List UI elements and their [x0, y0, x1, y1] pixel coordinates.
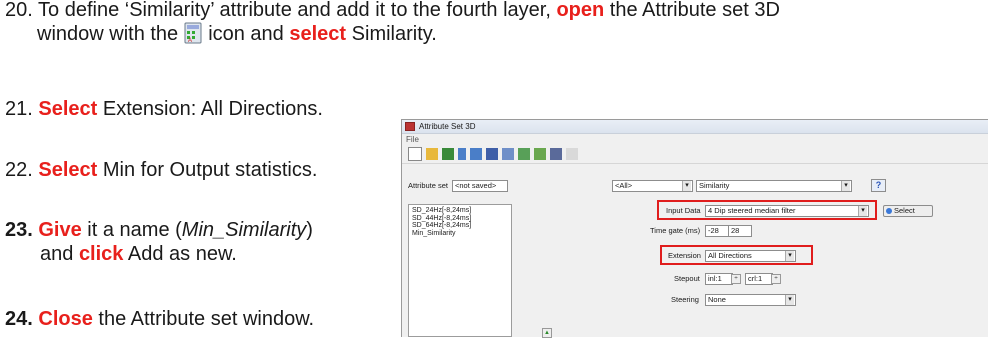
select-icon: [886, 208, 892, 214]
attribute-type-dropdown[interactable]: Similarity: [696, 180, 852, 192]
open-folder-icon[interactable]: [426, 148, 438, 160]
menu-file[interactable]: File: [406, 135, 419, 144]
stepout-crossline-field[interactable]: crl:1: [745, 273, 773, 285]
select-input-button[interactable]: Select: [883, 205, 933, 217]
window-title: Attribute Set 3D: [419, 122, 476, 131]
save-down-icon[interactable]: [470, 148, 482, 160]
time-gate-label: Time gate (ms): [650, 226, 701, 235]
attribute-set-label: Attribute set: [408, 181, 449, 190]
step-20-line2: window with the Aicon and select Similari…: [37, 22, 437, 45]
attribute-set-3d-window: Attribute Set 3D File Attribute set <not…: [401, 119, 988, 338]
list-item[interactable]: SD_24Hz[-8,24ms]: [412, 207, 508, 215]
time-gate-start[interactable]: -28: [705, 225, 729, 237]
steering-dropdown[interactable]: None: [705, 294, 796, 306]
stepout-label: Stepout: [674, 274, 700, 283]
attribute-set-name-field[interactable]: <not saved>: [452, 180, 508, 192]
svg-text:A: A: [188, 38, 192, 44]
steering-label: Steering: [671, 295, 699, 304]
attribute-list[interactable]: SD_24Hz[-8,24ms] SD_44Hz[-8,24ms] SD_64H…: [408, 204, 512, 337]
step-20: 20. To define ‘Similarity’ attribute and…: [5, 0, 780, 21]
help-button[interactable]: ?: [871, 179, 886, 192]
crossplot-icon[interactable]: [534, 148, 546, 160]
step-24: 24. Close the Attribute set window.: [5, 308, 315, 330]
step-21: 21. Select Extension: All Directions.: [5, 98, 323, 120]
save-as-icon[interactable]: [502, 148, 514, 160]
step-23: 23. Give it a name (Min_Similarity): [5, 219, 313, 241]
toolbar: [402, 145, 988, 164]
step-number: 20.: [5, 0, 33, 21]
step-23-line2: and click Add as new.: [40, 243, 237, 265]
stepout-crossline-spinner[interactable]: ÷: [771, 274, 781, 284]
save-icon[interactable]: [486, 148, 498, 160]
add-attribute-icon[interactable]: ▲: [542, 328, 552, 338]
app-icon: [405, 122, 415, 131]
arrow-icon[interactable]: [458, 148, 466, 160]
new-file-icon[interactable]: [408, 147, 422, 161]
evaluate-icon[interactable]: [550, 148, 562, 160]
list-item[interactable]: SD_64Hz[-8,24ms]: [412, 222, 508, 230]
action-select: select: [289, 23, 347, 45]
extension-highlight: [660, 245, 813, 265]
stepout-inline-field[interactable]: inl:1: [705, 273, 733, 285]
calculator-icon[interactable]: [518, 148, 530, 160]
list-item[interactable]: Min_Similarity: [412, 230, 508, 238]
menubar: File: [402, 134, 988, 145]
attribute-set-calculator-icon: A: [182, 22, 204, 44]
help-icon[interactable]: [566, 148, 578, 160]
list-item[interactable]: SD_44Hz[-8,24ms]: [412, 215, 508, 223]
attribute-filter-dropdown[interactable]: <All>: [612, 180, 693, 192]
step-22: 22. Select Min for Output statistics.: [5, 159, 318, 181]
input-data-highlight: [657, 200, 877, 220]
stepout-inline-spinner[interactable]: ÷: [731, 274, 741, 284]
window-titlebar: Attribute Set 3D: [402, 120, 988, 134]
time-gate-end[interactable]: 28: [728, 225, 752, 237]
action-open: open: [556, 0, 605, 21]
import-icon[interactable]: [442, 148, 454, 160]
